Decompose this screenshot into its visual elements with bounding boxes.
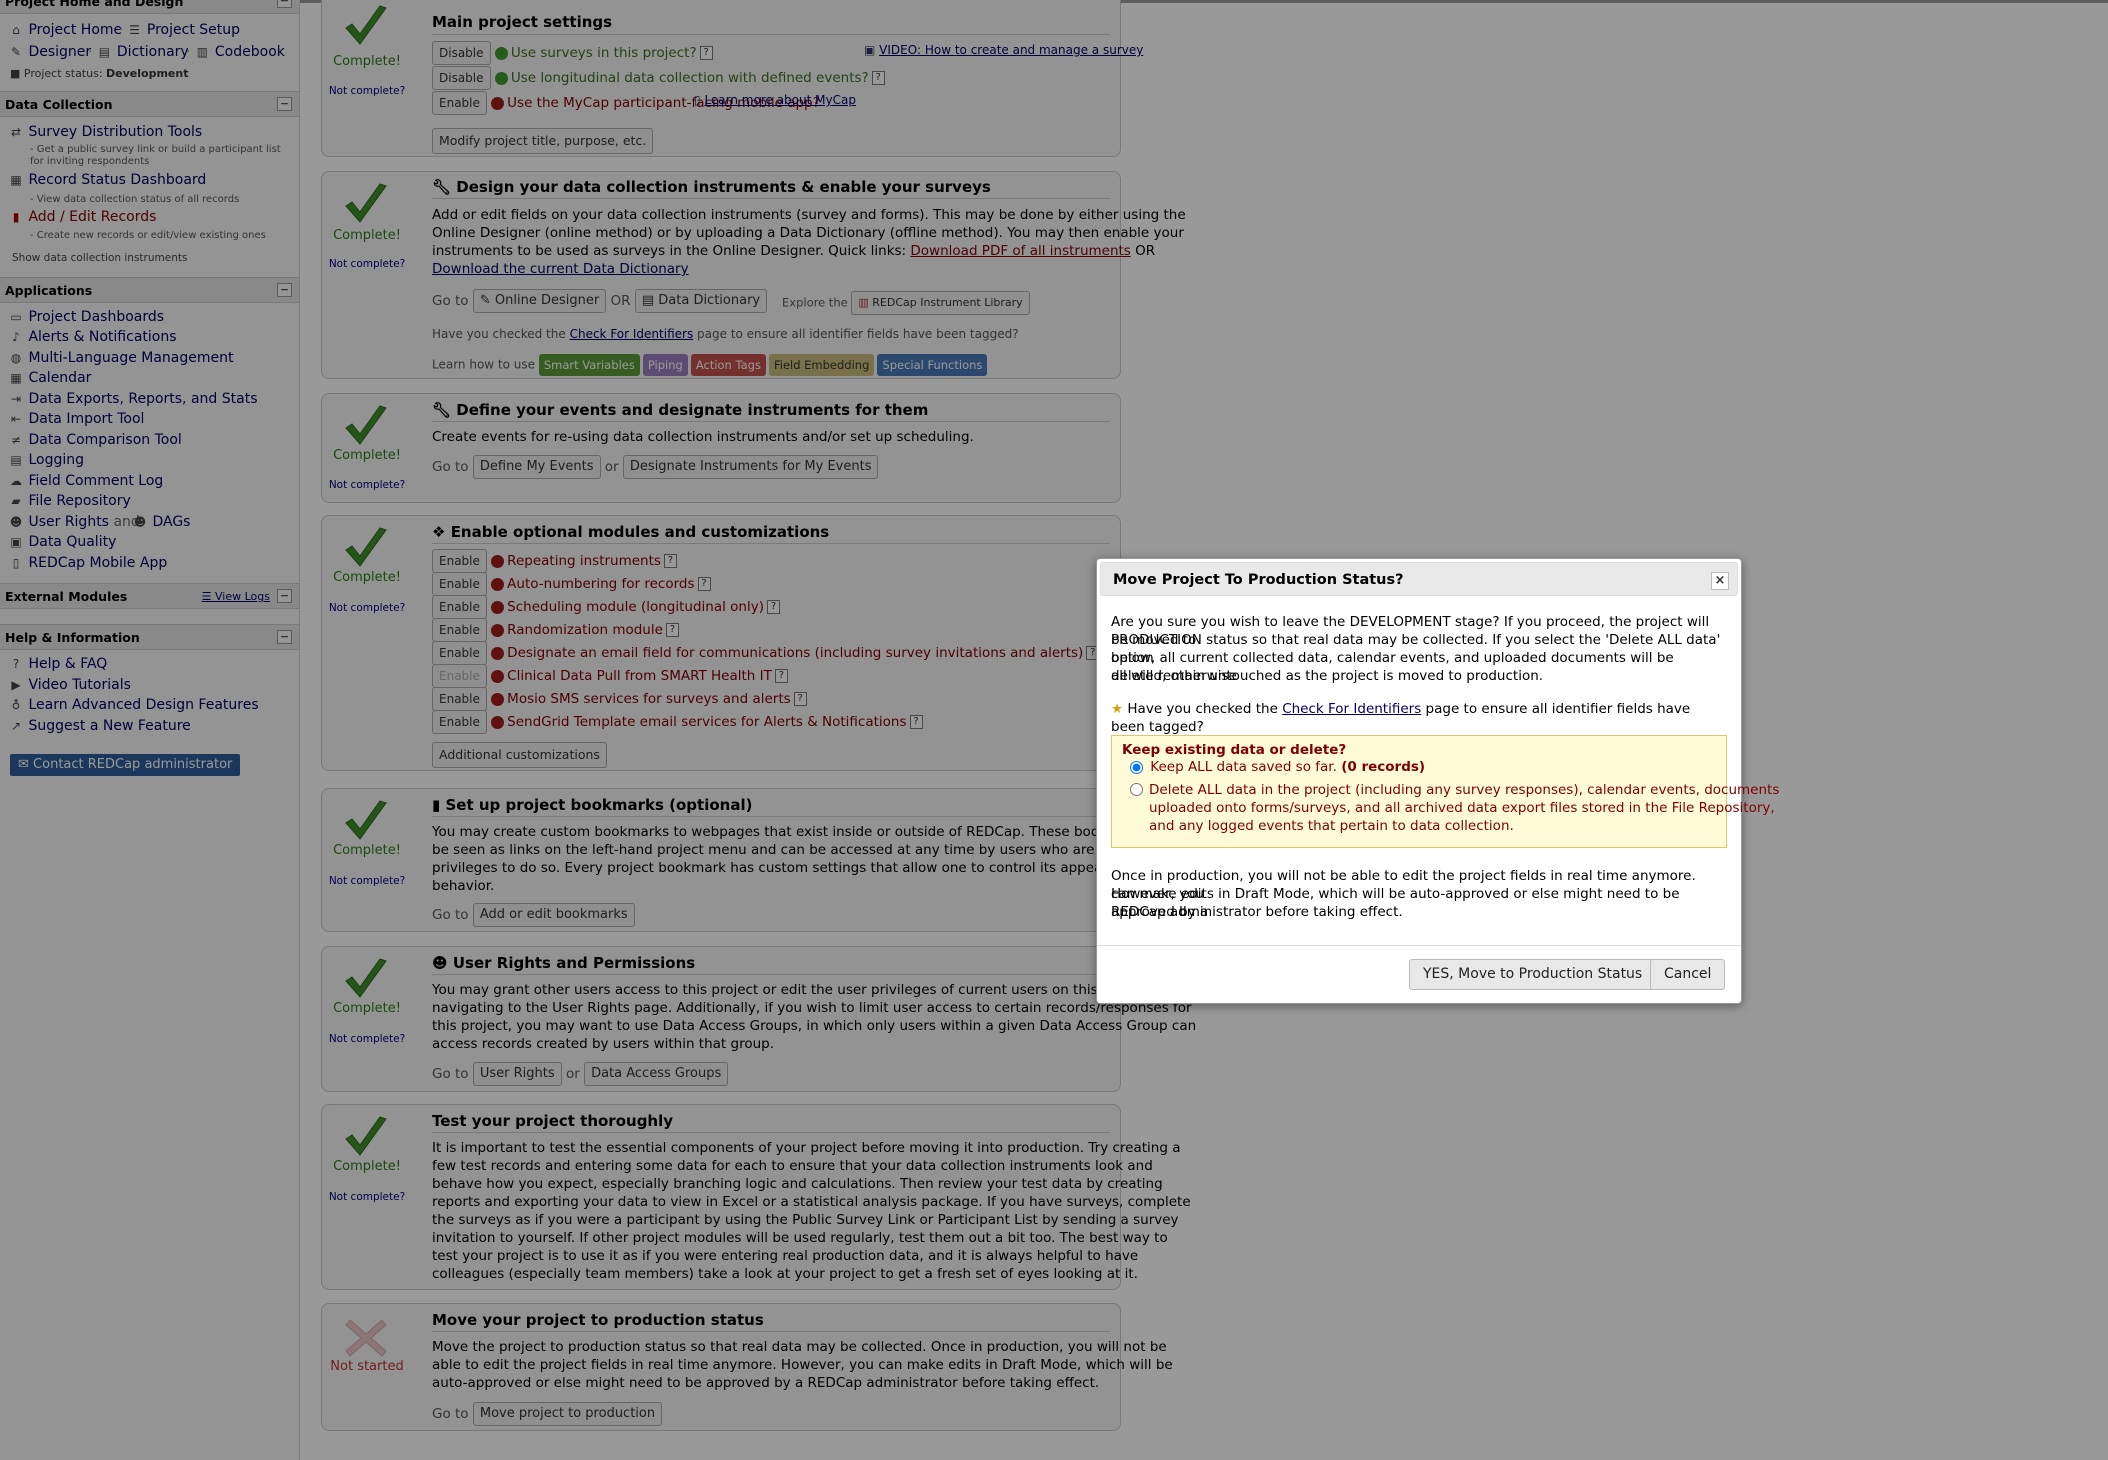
keep-or-delete-box: Keep existing data or delete? Keep ALL d… [1111,735,1779,848]
yes-move-production-button[interactable]: YES, Move to Production Status [1409,959,1657,990]
production-dialog: Move Project To Production Status? × Are… [1096,558,1779,1004]
dialog-outro-3: REDCap administrator before taking effec… [1111,904,1403,920]
keep-data-radio[interactable] [1130,760,1143,774]
check-identifiers-link[interactable]: Check For Identifiers [1282,701,1421,717]
close-icon[interactable]: × [1711,572,1729,590]
dialog-identifier-check: ★ Have you checked the Check For Identif… [1111,701,1691,735]
dialog-titlebar: Move Project To Production Status? × [1100,562,1738,596]
dialog-intro-4: all will remain untouched as the project… [1111,668,1544,684]
modal-overlay[interactable] [0,0,2108,1460]
delete-data-radio[interactable] [1130,783,1143,796]
cancel-button[interactable]: Cancel [1650,959,1726,990]
keep-or-delete-title: Keep existing data or delete? [1122,742,1347,758]
delete-data-option: Delete ALL data in the project (includin… [1130,781,1779,835]
dialog-title: Move Project To Production Status? [1113,572,1404,588]
keep-data-option: Keep ALL data saved so far. (0 records) [1130,759,1425,775]
dialog-divider [1097,945,1741,946]
star-icon: ★ [1111,701,1124,717]
